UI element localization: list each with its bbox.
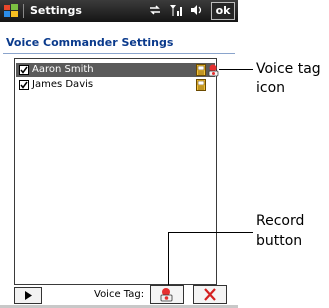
contact-list[interactable]: Aaron Smith James Davis bbox=[14, 58, 219, 285]
device-screen: Settings ok Voice Commander Settings Aar… bbox=[0, 0, 238, 308]
start-menu-icon[interactable] bbox=[3, 3, 19, 19]
title-separator bbox=[23, 4, 24, 18]
record-callout-hline bbox=[168, 232, 253, 233]
volume-icon[interactable] bbox=[190, 4, 204, 19]
page-title: Voice Commander Settings bbox=[6, 36, 174, 49]
record-callout-vline bbox=[168, 232, 169, 285]
list-item[interactable]: Aaron Smith bbox=[16, 63, 219, 77]
voice-tag-label: Voice Tag: bbox=[94, 289, 145, 300]
contact-card-icon bbox=[196, 79, 206, 96]
checkbox[interactable] bbox=[19, 80, 29, 90]
header-divider bbox=[3, 53, 235, 54]
contact-name: Aaron Smith bbox=[32, 64, 94, 75]
voice-tag-callout-line bbox=[219, 69, 253, 70]
status-icons bbox=[148, 2, 204, 20]
connectivity-icon[interactable] bbox=[148, 4, 162, 19]
play-button[interactable] bbox=[14, 287, 42, 304]
voice-tag-callout-text-2: icon bbox=[256, 80, 286, 96]
record-callout-text-1: Record bbox=[256, 213, 305, 229]
voice-tag-callout-text-1: Voice tag bbox=[256, 61, 321, 77]
title-bar: Settings ok bbox=[0, 0, 238, 22]
app-title: Settings bbox=[30, 4, 82, 17]
record-button[interactable] bbox=[150, 285, 184, 304]
record-callout-text-2: button bbox=[256, 233, 303, 249]
ok-button[interactable]: ok bbox=[211, 2, 235, 20]
signal-strength-icon[interactable] bbox=[169, 3, 183, 20]
checkbox[interactable] bbox=[19, 65, 29, 75]
delete-button[interactable] bbox=[193, 285, 227, 304]
list-item[interactable]: James Davis bbox=[16, 78, 215, 92]
contact-name: James Davis bbox=[32, 79, 94, 90]
